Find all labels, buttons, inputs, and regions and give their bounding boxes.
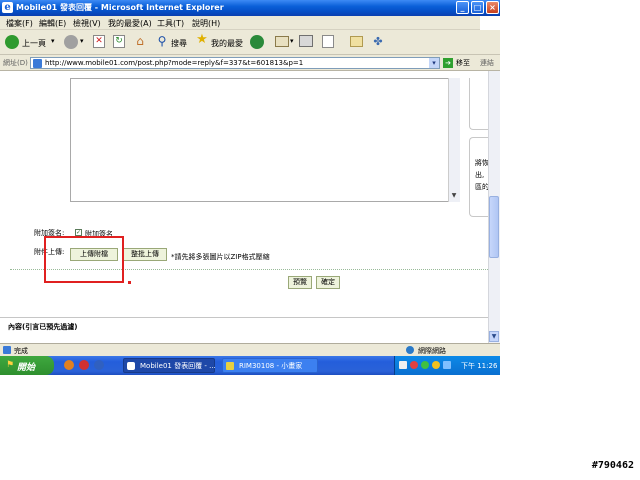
menu-file[interactable]: 檔案(F) — [6, 18, 33, 29]
discuss-icon[interactable] — [350, 36, 363, 47]
menu-edit[interactable]: 編輯(E) — [39, 18, 66, 29]
red-dot — [128, 281, 131, 284]
window-title: Mobile01 發表回覆 - Microsoft Internet Explo… — [16, 3, 224, 12]
address-input[interactable]: http://www.mobile01.com/post.php?mode=re… — [30, 57, 440, 69]
search-icon[interactable]: ⚲ — [155, 34, 169, 48]
refresh-icon[interactable]: ↻ — [113, 35, 125, 48]
back-button-label[interactable]: 上一頁 — [22, 38, 46, 49]
image-id-label: #790462 — [591, 460, 634, 471]
windows-flag-icon: ⚑ — [5, 360, 15, 370]
back-icon[interactable] — [5, 35, 19, 49]
menu-tools[interactable]: 工具(T) — [157, 18, 184, 29]
maximize-button[interactable]: □ — [471, 1, 484, 14]
minimize-button[interactable]: _ — [456, 1, 469, 14]
toolbar: 上一頁 ▾ ▾ ✕ ↻ ⌂ ⚲ 搜尋 ★ 我的最愛 ▾ ✤ — [0, 30, 500, 55]
tray-icon[interactable] — [410, 361, 418, 369]
submit-button[interactable]: 確定 — [316, 276, 340, 289]
side-panel-line: 將恢 — [475, 159, 489, 167]
side-panel-line: 出, — [475, 171, 485, 179]
forward-icon[interactable] — [64, 35, 78, 49]
upload-hint: *請先將多張圖片以ZIP格式壓縮 — [171, 253, 270, 261]
status-text: 完成 — [14, 347, 28, 355]
tray-icon[interactable] — [421, 361, 429, 369]
quicklaunch-icon[interactable] — [79, 360, 89, 370]
tray-icon[interactable] — [432, 361, 440, 369]
scroll-down-icon[interactable]: ▼ — [489, 331, 499, 342]
zone-label: 網際網路 — [418, 347, 446, 355]
close-button[interactable]: × — [486, 1, 499, 14]
side-panel-line: 區的 — [475, 183, 489, 191]
highlight-box — [44, 236, 124, 283]
address-dropdown-icon[interactable]: ▾ — [429, 58, 439, 68]
address-url: http://www.mobile01.com/post.php?mode=re… — [45, 59, 304, 67]
mail-dropdown-icon[interactable]: ▾ — [290, 37, 294, 45]
textarea-scrollbar[interactable] — [448, 78, 460, 202]
menu-view[interactable]: 檢視(V) — [73, 18, 101, 29]
clock[interactable]: 下午 11:26 — [461, 361, 497, 371]
home-icon[interactable]: ⌂ — [133, 34, 147, 48]
tray-icon[interactable] — [399, 361, 407, 369]
stop-icon[interactable]: ✕ — [93, 35, 105, 48]
internet-zone-icon — [406, 346, 414, 354]
forward-dropdown-icon[interactable]: ▾ — [80, 37, 84, 45]
messenger-icon[interactable]: ✤ — [371, 35, 385, 48]
title-bar[interactable]: e Mobile01 發表回覆 - Microsoft Internet Exp… — [0, 0, 500, 16]
page-icon — [33, 59, 42, 68]
textarea-scroll-down-icon[interactable]: ▼ — [449, 190, 459, 201]
taskbar: ⚑ 開始 Mobile01 發表回覆 - ... RIM30108 - 小畫家 … — [0, 356, 500, 375]
go-arrow-icon[interactable]: ➔ — [443, 58, 453, 68]
preview-button[interactable]: 預覽 — [288, 276, 312, 289]
batch-upload-button[interactable]: 整批上傳 — [123, 248, 167, 261]
done-page-icon — [3, 346, 11, 354]
task-paint-window[interactable]: RIM30108 - 小畫家 — [222, 358, 318, 373]
system-tray: 下午 11:26 — [394, 356, 500, 375]
history-icon[interactable] — [250, 35, 264, 49]
menu-help[interactable]: 說明(H) — [192, 18, 220, 29]
signature-checkbox[interactable]: ✓ — [75, 229, 82, 236]
menu-favorites[interactable]: 我的最愛(A) — [108, 18, 152, 29]
status-bar: 完成 網際網路 — [0, 343, 500, 356]
favorites-button-label[interactable]: 我的最愛 — [211, 38, 243, 49]
reply-textarea[interactable] — [70, 78, 460, 202]
quicklaunch-icon[interactable] — [94, 360, 104, 370]
back-dropdown-icon[interactable]: ▾ — [51, 37, 55, 45]
print-icon[interactable] — [299, 35, 313, 47]
quicklaunch-icon[interactable] — [64, 360, 74, 370]
address-bar: 網址(D) http://www.mobile01.com/post.php?m… — [0, 55, 500, 71]
quote-content-header: 內容(引言已預先過濾) — [8, 323, 78, 331]
menu-bar: 檔案(F) 編輯(E) 檢視(V) 我的最愛(A) 工具(T) 說明(H) — [0, 16, 500, 30]
side-panel-top — [469, 78, 489, 130]
go-button-label[interactable]: 移至 — [456, 58, 470, 68]
mail-icon[interactable] — [275, 36, 289, 47]
favorites-star-icon[interactable]: ★ — [195, 33, 209, 47]
paint-task-icon — [226, 362, 234, 370]
scrollbar-thumb[interactable] — [489, 196, 499, 258]
windows-flag-icon — [480, 16, 500, 30]
ie-logo-icon: e — [2, 2, 13, 13]
start-label: 開始 — [17, 363, 36, 373]
search-button-label[interactable]: 搜尋 — [171, 38, 187, 49]
task-ie-window[interactable]: Mobile01 發表回覆 - ... — [123, 358, 216, 373]
address-label: 網址(D) — [3, 59, 28, 67]
section-divider — [0, 317, 488, 318]
ie-task-icon — [127, 362, 135, 370]
volume-icon[interactable] — [443, 361, 451, 369]
start-button[interactable]: ⚑ 開始 — [0, 356, 54, 375]
links-label[interactable]: 連結 — [480, 58, 494, 68]
edit-page-icon[interactable] — [322, 35, 334, 48]
